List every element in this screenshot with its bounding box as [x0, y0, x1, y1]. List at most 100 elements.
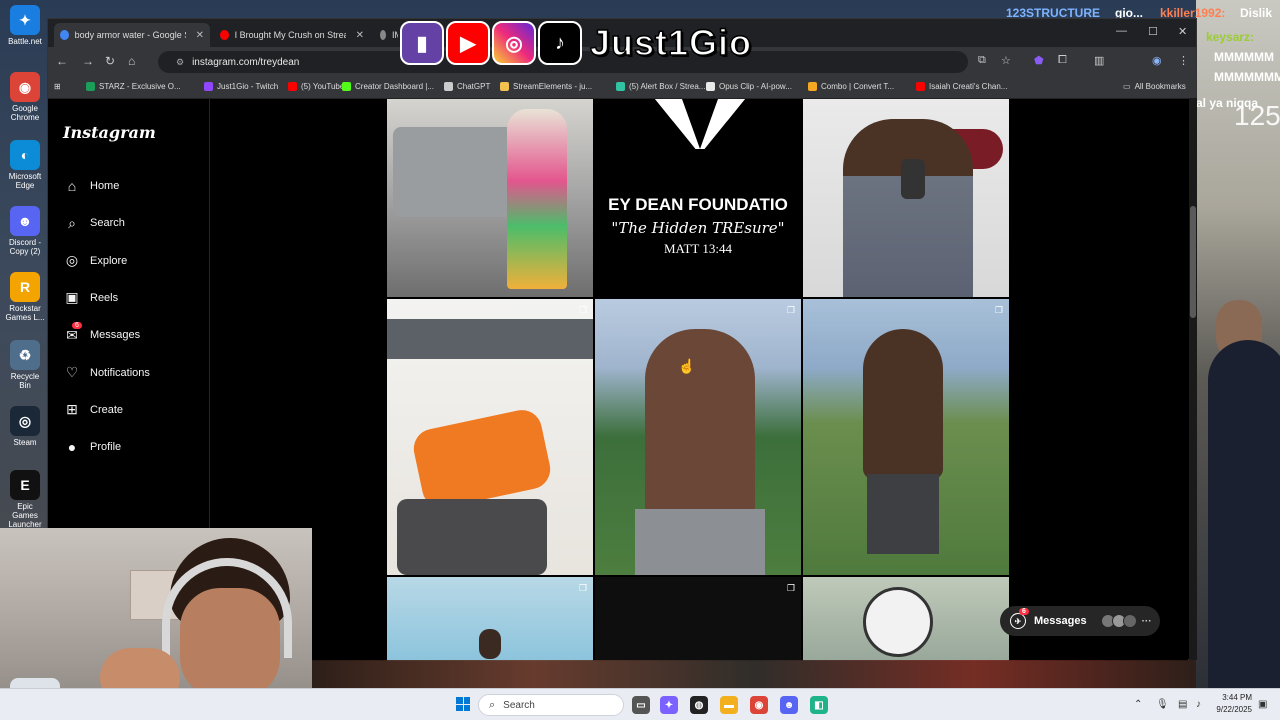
post-thumbnail[interactable]: ❐ [595, 577, 801, 661]
chat-message: keysarz: [1206, 30, 1255, 44]
tiktok-icon: ♪ [538, 21, 582, 65]
mouse-cursor-icon: ☝ [678, 358, 696, 374]
site-info-icon[interactable]: ⚙ [176, 57, 184, 68]
page-scrollbar[interactable] [1189, 98, 1197, 660]
desktop-icon[interactable]: ◐ Microsoft Edge [4, 140, 46, 190]
message-avatars [1100, 614, 1137, 628]
all-bookmarks[interactable]: ▭ All Bookmarks [1123, 82, 1186, 91]
bookmark-item[interactable]: Combo | Convert T... [808, 82, 894, 91]
extension-shield-icon[interactable]: ⬟ [1034, 54, 1044, 67]
bookmark-item[interactable]: Just1Gio - Twitch [204, 82, 278, 91]
tray-chevron-icon[interactable]: ⌃ [1134, 699, 1142, 710]
start-button[interactable] [456, 697, 470, 711]
close-window-icon[interactable]: ✕ [1178, 25, 1187, 38]
nav-item-profile[interactable]: ● Profile [62, 434, 202, 460]
task-view-icon[interactable]: ▭ [632, 696, 650, 714]
bookmark-item[interactable]: Isaiah Creati's Chan... [916, 82, 1007, 91]
discord-icon[interactable]: ☻ [780, 696, 798, 714]
bookmark-label: Just1Gio - Twitch [217, 82, 279, 91]
desktop-icon[interactable]: E Epic Games Launcher [4, 470, 46, 529]
post-thumbnail-foundation[interactable]: EY DEAN FOUNDATIO "The Hidden TREsure" M… [595, 99, 801, 297]
search-icon: ⌕ [68, 214, 76, 231]
bookmark-favicon-icon [500, 82, 509, 91]
copilot-icon[interactable]: ✦ [660, 696, 678, 714]
menu-kebab-icon[interactable]: ⋮ [1178, 54, 1189, 67]
clock-time: 3:44 PM [1222, 693, 1252, 702]
scrollbar-thumb[interactable] [1190, 206, 1196, 318]
nav-item-home[interactable]: ⌂ Home [62, 173, 202, 199]
bookmark-star-icon[interactable]: ☆ [1001, 54, 1011, 67]
nav-item-search[interactable]: ⌕ Search [62, 210, 202, 236]
maximize-icon[interactable]: ☐ [1148, 25, 1158, 38]
person-image [645, 329, 755, 519]
bookmark-item[interactable]: (5) YouTube [288, 82, 344, 91]
network-icon[interactable]: ▤ [1178, 699, 1187, 710]
file-explorer-icon[interactable]: ▬ [720, 696, 738, 714]
messages-float-button[interactable]: ✈ 6 Messages ··· [1000, 606, 1160, 636]
folder-icon: ▭ [1123, 82, 1131, 91]
desktop-icon[interactable]: ☻ Discord - Copy (2) [4, 206, 46, 256]
post-thumbnail[interactable]: ❐ [387, 577, 593, 661]
desktop-icon[interactable]: ♻ Recycle Bin [4, 340, 46, 390]
forward-icon[interactable]: → [82, 54, 94, 68]
post-thumbnail[interactable] [803, 577, 1009, 661]
home-button-icon[interactable]: ⌂ [128, 54, 135, 68]
pants-image [397, 499, 547, 575]
taskbar-search[interactable]: ⌕ Search [478, 694, 624, 716]
clock-date: 9/22/2025 [1216, 705, 1252, 714]
volume-icon[interactable]: ♪ [1196, 699, 1201, 710]
mic-icon[interactable]: 🎙 [1156, 699, 1169, 710]
nav-item-explore[interactable]: ◎ Explore [62, 248, 202, 274]
bookmark-item[interactable]: STARZ - Exclusive O... [86, 82, 181, 91]
obs-icon[interactable]: ◧ [810, 696, 828, 714]
profile-icon[interactable]: ◉ [1152, 54, 1162, 67]
explore-icon: ◎ [65, 252, 79, 269]
post-thumbnail[interactable]: ❐ [595, 299, 801, 575]
apps-grid-icon[interactable]: ⊞ [54, 82, 61, 91]
desktop-app-icon: ◉ [10, 72, 40, 102]
nav-label: Explore [90, 254, 128, 267]
bookmark-item[interactable]: (5) Alert Box / Strea... [616, 82, 705, 91]
nav-item-create[interactable]: ⊞ Create [62, 397, 202, 423]
post-thumbnail[interactable] [387, 99, 593, 297]
minimize-icon[interactable]: — [1116, 25, 1127, 37]
nav-item-notifications[interactable]: ♡ Notifications [62, 360, 202, 386]
extensions-icon[interactable]: ⧠ [1058, 54, 1067, 67]
nav-item-messages[interactable]: ✉ 6 Messages [62, 321, 202, 348]
taskbar-clock[interactable]: 3:44 PM 9/22/2025 [1214, 692, 1252, 716]
bookmark-item[interactable]: Opus Clip - AI-pow... [706, 82, 792, 91]
bookmark-item[interactable]: StreamElements - ju... [500, 82, 592, 91]
app-icon[interactable]: ◍ [690, 696, 708, 714]
browser-tab[interactable]: body armor water - Google Se... ✕ [54, 23, 210, 47]
reload-icon[interactable]: ↻ [105, 54, 115, 68]
post-thumbnail[interactable]: ❐ [803, 299, 1009, 575]
bookmark-item[interactable]: Creator Dashboard |... [342, 82, 434, 91]
close-tab-icon[interactable]: ✕ [196, 30, 204, 41]
bookmark-item[interactable]: ChatGPT [444, 82, 490, 91]
desktop-icon[interactable]: ◎ Steam [4, 406, 46, 447]
desktop-icon[interactable]: ◉ Google Chrome [4, 72, 46, 122]
notification-icon[interactable]: ▣ [1258, 699, 1267, 710]
heart-icon: ♡ [65, 364, 79, 380]
pants-image [867, 474, 939, 554]
browser-tab[interactable]: I Brought My Crush on Stream... ✕ [214, 23, 370, 47]
side-panel-icon[interactable]: ▥ [1094, 54, 1104, 67]
person-image [843, 119, 973, 297]
bookmark-label: Isaiah Creati's Chan... [929, 82, 1008, 91]
desktop-icon[interactable]: R Rockstar Games L... [4, 272, 46, 322]
install-icon[interactable]: ⧉ [978, 54, 986, 67]
instagram-logo[interactable]: Instagram [63, 123, 156, 142]
messenger-icon: ✈ 6 [1010, 608, 1029, 629]
bookmark-label: StreamElements - ju... [513, 82, 593, 91]
post-thumbnail[interactable] [803, 99, 1009, 297]
messages-icon: ✉ 6 [62, 321, 82, 344]
desktop-icon[interactable]: ✦ Battle.net [4, 5, 46, 46]
streamer-name: Just1Gio [589, 21, 753, 64]
chrome-icon[interactable]: ◉ [750, 696, 768, 714]
desktop-icon-label: Recycle Bin [10, 372, 40, 390]
bookmark-favicon-icon [706, 82, 715, 91]
close-tab-icon[interactable]: ✕ [356, 30, 364, 41]
post-thumbnail[interactable]: ❐ [387, 299, 593, 575]
back-icon[interactable]: ← [56, 54, 68, 68]
nav-item-reels[interactable]: ▣ Reels [62, 285, 202, 311]
